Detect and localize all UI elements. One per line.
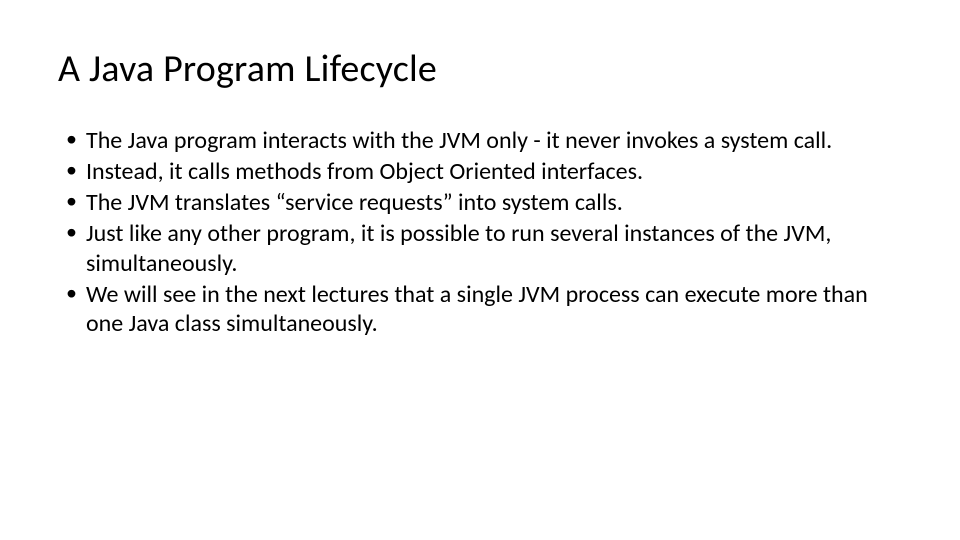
bullet-item: The JVM translates “service requests” in…: [58, 188, 902, 217]
slide-title: A Java Program Lifecycle: [58, 48, 902, 92]
bullet-list: The Java program interacts with the JVM …: [58, 126, 902, 339]
bullet-item: We will see in the next lectures that a …: [58, 280, 902, 339]
slide: A Java Program Lifecycle The Java progra…: [0, 0, 960, 540]
bullet-item: The Java program interacts with the JVM …: [58, 126, 902, 155]
bullet-item: Just like any other program, it is possi…: [58, 219, 902, 278]
bullet-item: Instead, it calls methods from Object Or…: [58, 157, 902, 186]
